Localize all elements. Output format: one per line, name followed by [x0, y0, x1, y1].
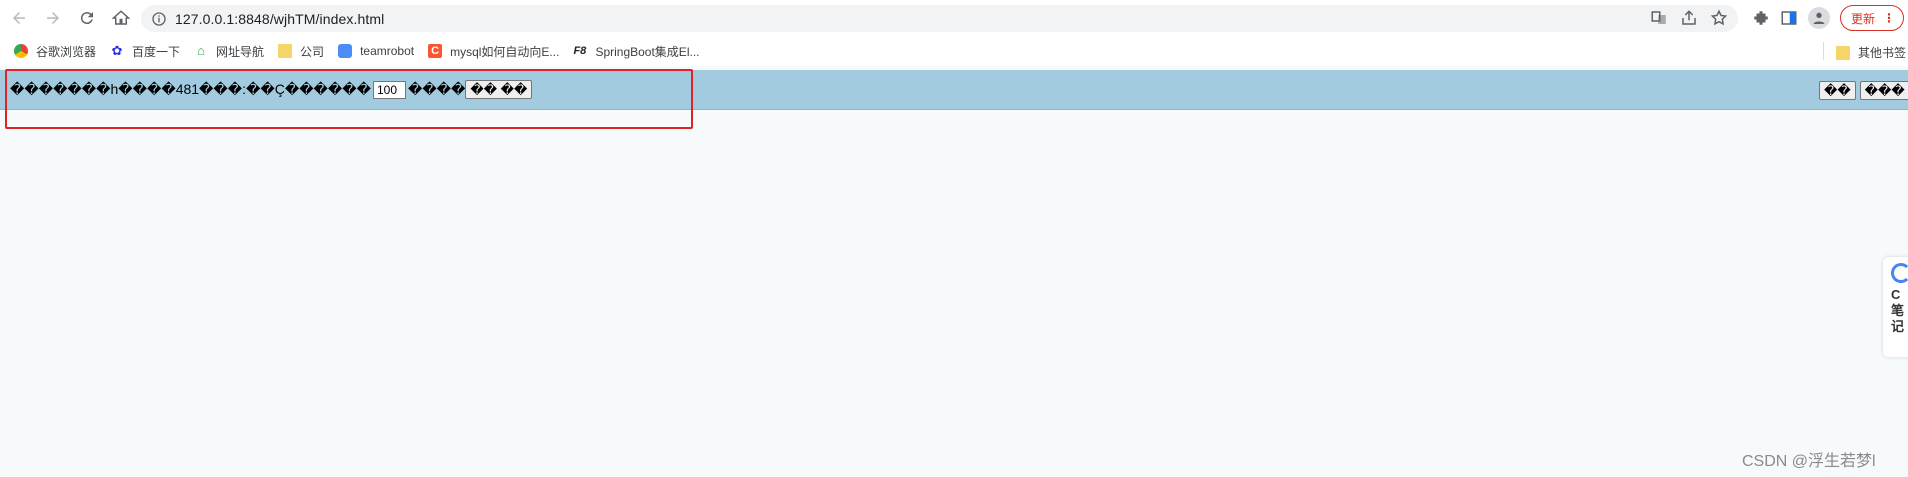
bookmark-label: 谷歌浏览器 [36, 44, 97, 59]
browser-toolbar: 127.0.0.1:8848/wjhTM/index.html 更新 ⋮ [0, 0, 1908, 36]
menu-icon[interactable]: ⋮ [1883, 11, 1895, 25]
forward-button[interactable] [38, 3, 68, 33]
bookmark-label: SpringBoot集成El... [595, 44, 700, 59]
bookmark-label: 百度一下 [132, 44, 181, 59]
other-bookmarks[interactable]: 其他书签 [1836, 44, 1906, 61]
action-button[interactable]: �� �� [465, 80, 533, 99]
profile-avatar[interactable] [1808, 7, 1830, 29]
page-header-bar: �������h����481���:��Ç������ ���� �� �� … [0, 70, 1908, 110]
bookmark-label: mysql如何自动向E... [450, 44, 560, 59]
bookmark-folder[interactable]: 公司 [278, 43, 324, 60]
arrow-left-icon [13, 12, 25, 24]
person-icon [1813, 12, 1825, 24]
chrome-icon [14, 44, 28, 58]
teamrobot-icon [338, 44, 353, 58]
update-label: 更新 [1851, 11, 1876, 26]
bookmark-item[interactable]: teamrobot [338, 44, 414, 58]
translate-icon[interactable] [1650, 9, 1668, 27]
folder-icon [1836, 45, 1850, 60]
omnibox-actions [1650, 9, 1728, 27]
folder-icon [278, 44, 293, 58]
bookmark-item[interactable]: F8 SpringBoot集成El... [573, 43, 699, 60]
home-icon [112, 10, 130, 25]
bookmark-label: teamrobot [360, 44, 415, 58]
info-icon[interactable] [151, 11, 167, 27]
arrow-right-icon [47, 12, 59, 24]
side-widget-text-1: C [1891, 287, 1901, 302]
reload-button[interactable] [72, 3, 102, 33]
other-bookmarks-label: 其他书签 [1858, 46, 1907, 60]
side-note-widget[interactable]: C 笔 记 [1883, 257, 1908, 357]
side-widget-text-3: 记 [1891, 319, 1905, 334]
toolbar-right-actions: 更新 ⋮ [1752, 5, 1905, 31]
count-input[interactable] [372, 80, 406, 99]
baidu-icon: ✿ [111, 43, 123, 58]
bookmark-item[interactable]: C mysql如何自动向E... [428, 43, 559, 60]
bookmark-label: 公司 [300, 44, 325, 59]
side-panel-icon[interactable] [1780, 9, 1798, 27]
right-button-1[interactable]: �� [1819, 81, 1856, 100]
right-button-group: �� ��� [1819, 81, 1908, 100]
star-icon[interactable] [1710, 9, 1728, 27]
note-logo-icon [1891, 263, 1908, 283]
update-button[interactable]: 更新 ⋮ [1840, 5, 1905, 31]
address-bar[interactable]: 127.0.0.1:8848/wjhTM/index.html [141, 5, 1738, 32]
bookmark-item[interactable]: ✿ 百度一下 [110, 43, 180, 60]
bookmarks-bar: 谷歌浏览器 ✿ 百度一下 ⌂ 网址导航 公司 teamrobot C mysql… [0, 36, 1908, 66]
watermark: CSDN @浮生若梦l [1742, 453, 1876, 470]
side-widget-text-2: 笔 [1891, 303, 1905, 318]
home-nav-icon: ⌂ [197, 43, 205, 58]
back-button[interactable] [4, 3, 34, 33]
f8-icon: F8 [573, 45, 587, 57]
url-text[interactable]: 127.0.0.1:8848/wjhTM/index.html [175, 11, 384, 27]
right-button-2[interactable]: ��� [1859, 81, 1908, 100]
csdn-icon: C [428, 44, 443, 58]
bookmark-separator [1823, 42, 1824, 60]
bookmark-label: 网址导航 [216, 44, 265, 59]
reload-icon [80, 12, 93, 25]
extensions-icon[interactable] [1752, 9, 1770, 27]
share-icon[interactable] [1680, 9, 1698, 27]
bookmark-item[interactable]: 谷歌浏览器 [14, 43, 96, 60]
home-button[interactable] [106, 3, 136, 33]
bookmark-item[interactable]: ⌂ 网址导航 [194, 43, 264, 60]
page-text-before: �������h����481���:��Ç������ [10, 81, 371, 97]
page-text-after: ���� [407, 81, 466, 97]
